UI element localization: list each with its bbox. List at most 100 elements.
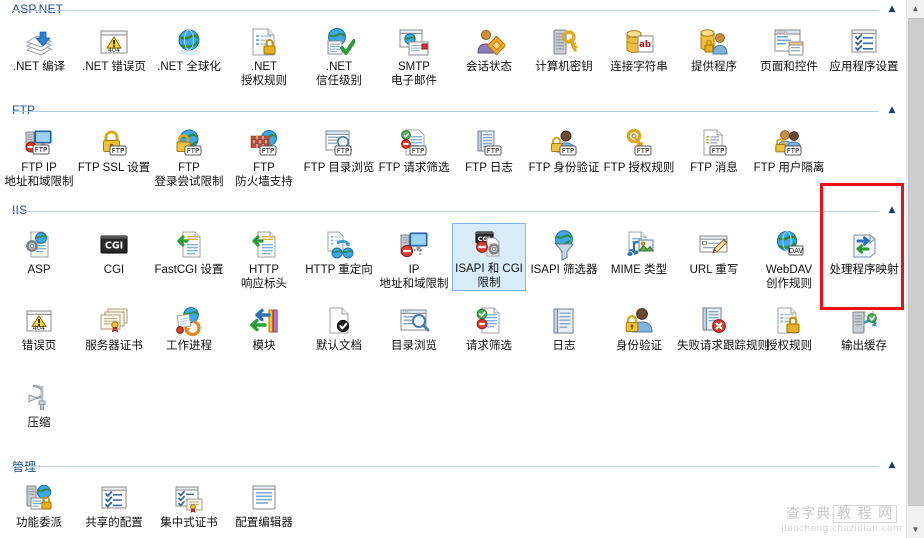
feature-item[interactable]: FTP FTP 登录尝试限制 xyxy=(152,123,226,189)
isapi-filters-icon xyxy=(527,225,601,261)
feature-item[interactable]: ab 连接字符串 xyxy=(602,22,676,74)
svg-text:404: 404 xyxy=(108,46,120,54)
feature-item[interactable]: 计算机密钥 xyxy=(527,22,601,74)
error-pages-icon: 404 xyxy=(2,301,76,337)
providers-icon xyxy=(677,22,751,58)
feature-label: 页面和控件 xyxy=(760,61,818,73)
feature-item[interactable]: 处理程序映射 xyxy=(827,225,901,277)
feature-item[interactable]: FTP FTP 身份验证 xyxy=(527,123,601,175)
centralized-certificates-icon xyxy=(152,478,226,514)
feature-item[interactable]: 404 .NET 错误页 xyxy=(77,22,151,74)
feature-item[interactable]: 失败请求跟踪规则 xyxy=(677,301,769,353)
group-title-iis: IIS xyxy=(12,203,33,217)
feature-item[interactable]: ASP xyxy=(2,225,76,277)
logging-icon xyxy=(527,301,601,337)
ftp-logon-attempt-restrictions-icon: FTP xyxy=(152,123,226,159)
ftp-ssl-settings-icon: FTP xyxy=(77,123,151,159)
group-manage: 管理 ▲ 功能委派 共享的配置 集中式证书 配置编辑器 xyxy=(0,456,907,538)
grid-iis: ASP CGI CGI FastCGI 设置 HTTP 响应标头 HTTP 重定… xyxy=(0,221,907,461)
collapse-chevron-manage[interactable]: ▲ xyxy=(885,459,899,471)
feature-label: 共享的配置 xyxy=(85,517,143,529)
feature-item[interactable]: FTP FTP 目录浏览 xyxy=(302,123,376,175)
feature-item[interactable]: 服务器证书 xyxy=(77,301,151,353)
grid-ftp: FTP FTP IP 地址和域限制 FTP FTP SSL 设置 FTP FTP… xyxy=(0,121,907,201)
feature-item[interactable]: 身份验证 xyxy=(602,301,676,353)
feature-item[interactable]: SMTP 电子邮件 xyxy=(377,22,451,88)
feature-label: 计算机密钥 xyxy=(535,61,593,73)
net-globalization-icon xyxy=(152,22,226,58)
feature-label: .NET 授权规则 xyxy=(241,61,287,87)
scrollbar-thumb[interactable] xyxy=(908,18,924,506)
feature-item[interactable]: 页面和控件 xyxy=(752,22,826,74)
grid-aspnet: .NET 编译 404 .NET 错误页 .NET 全球化 .NET 授权规则 … xyxy=(0,20,907,102)
feature-item[interactable]: FTP FTP 消息 xyxy=(677,123,751,175)
feature-item[interactable]: 会话状态 xyxy=(452,22,526,74)
feature-item[interactable]: FTP FTP IP 地址和域限制 xyxy=(2,123,76,189)
http-redirect-icon xyxy=(302,225,376,261)
scroll-up-arrow[interactable]: ▲ xyxy=(907,0,924,17)
feature-item[interactable]: 目录浏览 xyxy=(377,301,451,353)
feature-item[interactable]: 404 错误页 xyxy=(2,301,76,353)
feature-item[interactable]: FTP FTP 请求筛选 xyxy=(377,123,451,175)
feature-item[interactable]: 功能委派 xyxy=(2,478,76,530)
feature-item[interactable]: FTP FTP 防火墙支持 xyxy=(227,123,301,189)
feature-item[interactable]: 共享的配置 xyxy=(77,478,151,530)
feature-item[interactable]: 模块 xyxy=(227,301,301,353)
feature-item[interactable]: 请求筛选 xyxy=(452,301,526,353)
scroll-down-arrow[interactable]: ▼ xyxy=(907,521,924,538)
feature-label: .NET 编译 xyxy=(12,61,66,73)
feature-label: 压缩 xyxy=(27,417,51,429)
net-error-page-icon: 404 xyxy=(77,22,151,58)
feature-label: 会话状态 xyxy=(466,61,512,73)
feature-item[interactable]: 默认文档 xyxy=(302,301,376,353)
feature-item[interactable]: FastCGI 设置 xyxy=(152,225,226,277)
group-rule xyxy=(12,211,879,212)
feature-item[interactable]: CGI CGI xyxy=(77,225,151,277)
svg-text:FTP: FTP xyxy=(787,147,799,155)
net-authorization-rules-icon xyxy=(227,22,301,58)
feature-item[interactable]: 压缩 xyxy=(2,378,76,430)
feature-item[interactable]: .NET 授权规则 xyxy=(227,22,301,88)
collapse-chevron-aspnet[interactable]: ▲ xyxy=(885,3,899,15)
collapse-chevron-ftp[interactable]: ▲ xyxy=(885,104,899,116)
feature-label: 连接字符串 xyxy=(610,61,668,73)
feature-label: FTP 请求筛选 xyxy=(378,162,450,174)
feature-item[interactable]: ISAPI 筛选器 xyxy=(527,225,601,277)
vertical-scrollbar[interactable]: ▲ ▼ xyxy=(906,0,924,538)
feature-item[interactable]: 提供程序 xyxy=(677,22,751,74)
group-header-ftp: FTP ▲ xyxy=(0,101,907,121)
iis-manager-features-view: ASP.NET ▲ .NET 编译 404 .NET 错误页 .NET 全球化 … xyxy=(0,0,924,538)
ftp-ip-address-domain-restrictions-icon: FTP xyxy=(2,123,76,159)
feature-item[interactable]: HTTP 重定向 xyxy=(302,225,376,277)
feature-item[interactable]: 日志 xyxy=(527,301,601,353)
group-ftp: FTP ▲ FTP FTP IP 地址和域限制 FTP FTP SSL 设置 F… xyxy=(0,101,907,201)
ftp-firewall-support-icon: FTP xyxy=(227,123,301,159)
feature-item[interactable]: IP 地址和域限制 xyxy=(377,225,451,291)
feature-item[interactable]: .NET 全球化 xyxy=(152,22,226,74)
group-header-iis: IIS ▲ xyxy=(0,201,907,221)
feature-item[interactable]: 集中式证书 xyxy=(152,478,226,530)
feature-item[interactable]: FTP FTP 日志 xyxy=(452,123,526,175)
feature-item[interactable]: DAV WebDAV 创作规则 xyxy=(752,225,826,291)
feature-item[interactable]: FTP FTP 用户隔离 xyxy=(752,123,826,175)
feature-item[interactable]: 工作进程 xyxy=(152,301,226,353)
feature-item[interactable]: 应用程序设置 xyxy=(827,22,901,74)
feature-item[interactable]: URL 重写 xyxy=(677,225,751,277)
feature-label: 服务器证书 xyxy=(85,340,143,352)
feature-item[interactable]: FTP FTP SSL 设置 xyxy=(77,123,151,175)
feature-item-selected[interactable]: CGI ISAPI 和 CGI 限制 xyxy=(452,223,526,291)
svg-text:FTP: FTP xyxy=(487,147,499,155)
cgi-icon: CGI xyxy=(77,225,151,261)
collapse-chevron-iis[interactable]: ▲ xyxy=(885,204,899,216)
smtp-email-icon xyxy=(377,22,451,58)
feature-label: 输出缓存 xyxy=(841,340,887,352)
feature-item[interactable]: 输出缓存 xyxy=(827,301,901,353)
feature-item[interactable]: .NET 编译 xyxy=(2,22,76,74)
svg-text:FTP: FTP xyxy=(187,147,199,155)
feature-item[interactable]: HTTP 响应标头 xyxy=(227,225,301,291)
feature-item[interactable]: .NET 信任级别 xyxy=(302,22,376,88)
feature-item[interactable]: MIME 类型 xyxy=(602,225,676,277)
feature-item[interactable]: 授权规则 xyxy=(752,301,826,353)
feature-item[interactable]: FTP FTP 授权规则 xyxy=(602,123,676,175)
feature-item[interactable]: 配置编辑器 xyxy=(227,478,301,530)
